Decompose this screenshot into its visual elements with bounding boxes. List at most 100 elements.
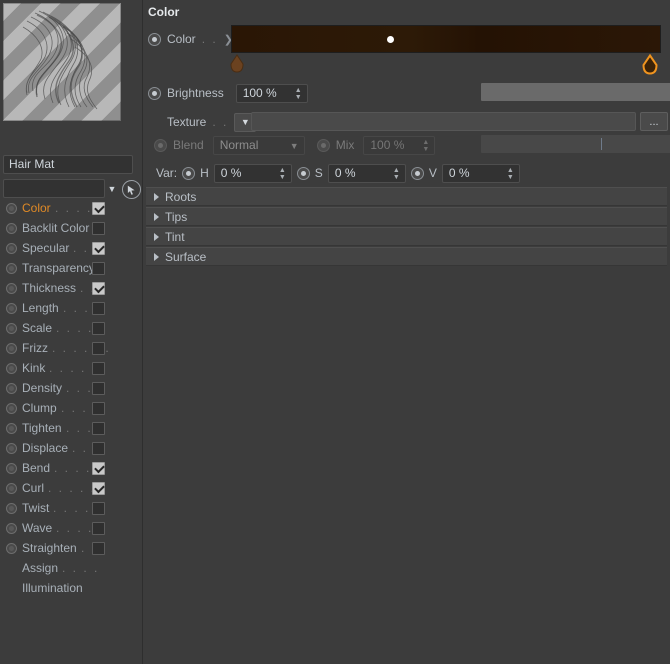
channel-item-frizz[interactable]: Frizz. . . . . . — [0, 338, 142, 358]
channel-radio[interactable] — [6, 423, 17, 434]
gradient-marker-dot[interactable] — [387, 36, 394, 43]
brightness-input[interactable]: 100 % ▲ ▼ — [235, 83, 308, 103]
variation-v-stepper[interactable]: ▲ ▼ — [506, 167, 515, 181]
channel-checkbox[interactable] — [92, 342, 105, 355]
channel-radio[interactable] — [6, 483, 17, 494]
channel-checkbox[interactable] — [92, 322, 105, 335]
channel-checkbox[interactable] — [92, 402, 105, 415]
channel-radio[interactable] — [6, 223, 17, 234]
color-channel-radio[interactable] — [148, 32, 161, 46]
channel-checkbox[interactable] — [92, 482, 105, 495]
channel-item-displace[interactable]: Displace. . . — [0, 438, 142, 458]
channel-item-transparency[interactable]: Transparency — [0, 258, 142, 278]
channel-radio[interactable] — [6, 303, 17, 314]
channel-radio[interactable] — [6, 543, 17, 554]
channel-item-specular[interactable]: Specular. . . — [0, 238, 142, 258]
channel-checkbox[interactable] — [92, 302, 105, 315]
channel-radio[interactable] — [6, 503, 17, 514]
channel-item-wave[interactable]: Wave. . . . . — [0, 518, 142, 538]
channel-item-straighten[interactable]: Straighten. . — [0, 538, 142, 558]
channel-radio[interactable] — [6, 383, 17, 394]
gradient-knot-left[interactable] — [229, 54, 245, 74]
chevron-down-icon[interactable]: ▼ — [104, 179, 120, 198]
color-gradient-widget[interactable] — [231, 25, 661, 53]
channel-radio[interactable] — [6, 283, 17, 294]
channel-radio[interactable] — [6, 323, 17, 334]
channel-checkbox[interactable] — [92, 362, 105, 375]
variation-v-input[interactable]: 0 % ▲ ▼ — [441, 163, 520, 183]
triangle-right-icon[interactable] — [154, 252, 159, 261]
channel-radio[interactable] — [6, 363, 17, 374]
channel-item-curl[interactable]: Curl. . . . . . — [0, 478, 142, 498]
channel-checkbox[interactable] — [92, 202, 105, 215]
channel-checkbox[interactable] — [92, 502, 105, 515]
triangle-right-icon[interactable] — [154, 212, 159, 221]
material-preview-thumbnail[interactable] — [3, 3, 121, 121]
section-label: Roots — [165, 189, 197, 204]
channel-item-bend[interactable]: Bend. . . . . — [0, 458, 142, 478]
channel-radio[interactable] — [6, 403, 17, 414]
mix-radio[interactable] — [316, 138, 330, 152]
channel-checkbox[interactable] — [92, 422, 105, 435]
variation-s-radio[interactable] — [296, 166, 310, 180]
channel-item-twist[interactable]: Twist. . . . . — [0, 498, 142, 518]
triangle-right-icon[interactable] — [154, 232, 159, 241]
channel-item-kink[interactable]: Kink. . . . . . — [0, 358, 142, 378]
channel-checkbox[interactable] — [92, 522, 105, 535]
variation-h-stepper[interactable]: ▲ ▼ — [278, 167, 287, 181]
variation-s-stepper[interactable]: ▲ ▼ — [392, 167, 401, 181]
channel-item-length[interactable]: Length. . . . — [0, 298, 142, 318]
channel-item-thickness[interactable]: Thickness. . — [0, 278, 142, 298]
variation-v-radio[interactable] — [410, 166, 424, 180]
texture-browse-button[interactable]: ... — [640, 112, 668, 131]
brightness-stepper[interactable]: ▲ ▼ — [294, 87, 303, 101]
channel-checkbox[interactable] — [92, 242, 105, 255]
channel-item-clump[interactable]: Clump. . . . — [0, 398, 142, 418]
channel-item-assign[interactable]: Assign. . . . — [0, 558, 142, 578]
section-header-roots[interactable]: Roots — [146, 187, 667, 206]
mix-input[interactable]: 100 % ▲ ▼ — [363, 135, 436, 155]
chevron-down-icon[interactable]: ▼ — [290, 141, 299, 151]
arrow-cursor-icon[interactable] — [122, 180, 141, 199]
channel-checkbox[interactable] — [92, 282, 105, 295]
blend-mode-select[interactable]: Normal ▼ — [212, 135, 305, 155]
channel-item-scale[interactable]: Scale. . . . . — [0, 318, 142, 338]
channel-checkbox[interactable] — [92, 222, 105, 235]
channel-checkbox[interactable] — [92, 462, 105, 475]
channel-item-density[interactable]: Density. . . . — [0, 378, 142, 398]
section-header-tint[interactable]: Tint — [146, 227, 667, 246]
blend-radio[interactable] — [154, 138, 167, 152]
channel-radio[interactable] — [6, 243, 17, 254]
channel-radio[interactable] — [6, 343, 17, 354]
variation-h-radio[interactable] — [182, 166, 196, 180]
channel-item-illumination[interactable]: Illumination — [0, 578, 142, 598]
channel-checkbox[interactable] — [92, 442, 105, 455]
gradient-knot-right[interactable] — [641, 53, 659, 76]
mix-slider[interactable] — [481, 135, 670, 153]
material-name-input[interactable]: Hair Mat — [3, 155, 133, 174]
triangle-right-icon[interactable] — [154, 192, 159, 201]
channel-checkbox[interactable] — [92, 262, 105, 275]
mix-slider-tick — [601, 138, 602, 150]
texture-path-input[interactable] — [251, 112, 636, 131]
channel-radio[interactable] — [6, 523, 17, 534]
channel-label: Illumination — [22, 581, 83, 595]
channel-checkbox[interactable] — [92, 382, 105, 395]
channel-radio[interactable] — [6, 203, 17, 214]
variation-h-input[interactable]: 0 % ▲ ▼ — [213, 163, 292, 183]
mix-stepper[interactable]: ▲ ▼ — [421, 139, 430, 153]
channel-item-color[interactable]: Color. . . . . — [0, 198, 142, 218]
variation-s-input[interactable]: 0 % ▲ ▼ — [327, 163, 406, 183]
channel-checkbox[interactable] — [92, 542, 105, 555]
channel-item-tighten[interactable]: Tighten. . . . — [0, 418, 142, 438]
material-combo-input[interactable] — [3, 179, 105, 198]
channel-radio[interactable] — [6, 463, 17, 474]
brightness-slider[interactable] — [481, 83, 670, 101]
channel-radio[interactable] — [6, 443, 17, 454]
brightness-radio[interactable] — [148, 86, 161, 100]
section-header-surface[interactable]: Surface — [146, 247, 667, 266]
channel-radio[interactable] — [6, 263, 17, 274]
channel-item-backlit-color[interactable]: Backlit Color — [0, 218, 142, 238]
gradient-strip[interactable] — [231, 25, 661, 53]
section-header-tips[interactable]: Tips — [146, 207, 667, 226]
